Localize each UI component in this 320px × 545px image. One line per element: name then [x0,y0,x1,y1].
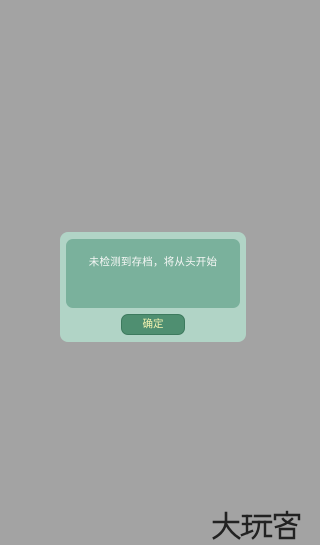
confirm-button[interactable]: 确定 [121,314,185,335]
watermark-logo [212,510,301,540]
no-save-dialog: 未检测到存档，将从头开始 确定 [60,232,246,342]
message-panel: 未检测到存档，将从头开始 [66,239,240,308]
dialog-message: 未检测到存档，将从头开始 [88,256,218,268]
